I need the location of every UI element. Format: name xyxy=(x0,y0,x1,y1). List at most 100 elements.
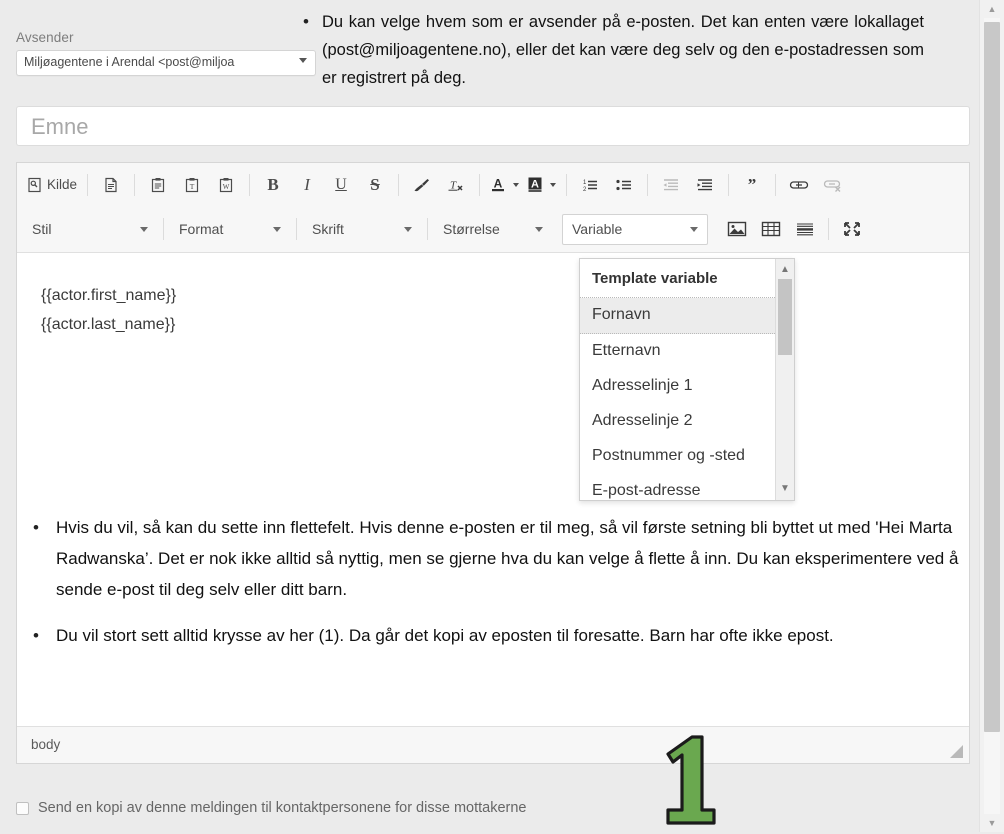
editor-line: {{actor.first_name}} xyxy=(41,287,177,304)
strikethrough-button[interactable]: S xyxy=(358,172,392,198)
toolbar-separator xyxy=(296,218,297,240)
variable-menu-item-etternavn[interactable]: Etternavn xyxy=(580,334,777,369)
note-text: Du kan velge hvem som er avsender på e-p… xyxy=(322,13,924,87)
svg-text:A: A xyxy=(531,179,539,191)
paste-as-plain-text-icon: T xyxy=(184,177,200,193)
elements-path-body[interactable]: body xyxy=(31,737,60,752)
toolbar-separator xyxy=(728,173,730,196)
size-dropdown[interactable]: Størrelse xyxy=(434,214,552,244)
sender-select[interactable]: Miljøagentene i Arendal <post@miljoa xyxy=(16,50,316,76)
insert-image-button[interactable] xyxy=(720,216,754,242)
scroll-down-icon[interactable]: ▼ xyxy=(980,814,1004,832)
bullet-icon: • xyxy=(303,12,309,31)
format-dropdown[interactable]: Format xyxy=(170,214,290,244)
variable-menu-list: Template variable Fornavn Etternavn Adre… xyxy=(580,259,777,500)
remove-format-button[interactable]: T xyxy=(439,172,473,198)
sender-label: Avsender xyxy=(16,30,74,45)
bullet-icon: • xyxy=(33,626,39,645)
decrease-indent-button[interactable] xyxy=(654,172,688,198)
copy-formatting-button[interactable] xyxy=(405,172,439,198)
page-scrollbar[interactable]: ▲ ▼ xyxy=(979,0,1004,832)
note-text: Du vil stort sett alltid krysse av her (… xyxy=(56,626,834,645)
table-icon xyxy=(761,220,781,238)
source-button-label: Kilde xyxy=(47,177,78,192)
toolbar-separator xyxy=(828,218,829,240)
chevron-down-icon xyxy=(535,226,543,232)
paste-button[interactable] xyxy=(141,172,175,198)
blockquote-icon: ” xyxy=(743,177,761,193)
horizontal-rule-icon xyxy=(795,220,815,238)
toolbar-separator xyxy=(647,173,649,196)
strikethrough-icon: S xyxy=(370,174,380,194)
toolbar-separator xyxy=(427,218,428,240)
svg-text:A: A xyxy=(494,177,503,191)
background-color-button[interactable]: A xyxy=(523,172,560,198)
variable-menu-item-adresselinje-1[interactable]: Adresselinje 1 xyxy=(580,369,777,404)
blockquote-button[interactable]: ” xyxy=(735,172,769,198)
italic-icon: I xyxy=(304,174,310,194)
variable-dropdown[interactable]: Variable xyxy=(562,213,708,245)
bold-icon: B xyxy=(267,174,279,194)
send-copy-option[interactable]: Send en kopi av denne meldingen til kont… xyxy=(16,800,526,816)
increase-indent-icon xyxy=(696,177,714,193)
resize-grip-icon[interactable] xyxy=(950,745,963,758)
paste-icon xyxy=(150,177,166,193)
decrease-indent-icon xyxy=(662,177,680,193)
variable-menu-scroll-thumb[interactable] xyxy=(778,279,792,355)
underline-button[interactable]: U xyxy=(324,172,358,198)
scroll-up-icon[interactable]: ▲ xyxy=(778,262,792,278)
paste-word-button[interactable]: W xyxy=(209,172,243,198)
note-item-3: • Du vil stort sett alltid krysse av her… xyxy=(30,620,960,651)
style-dropdown-label: Stil xyxy=(32,221,52,237)
unlink-button[interactable] xyxy=(816,172,850,198)
source-button[interactable]: Kilde xyxy=(23,172,81,198)
subject-input[interactable]: Emne xyxy=(16,106,970,146)
variable-dropdown-label: Variable xyxy=(572,221,623,237)
editor-toolbar: Kilde T W B I U S T A A 1 2 ” Stil Forma… xyxy=(17,163,969,253)
chevron-down-icon xyxy=(273,226,281,232)
editor-line: {{actor.last_name}} xyxy=(41,316,176,333)
page-content: Avsender Miljøagentene i Arendal <post@m… xyxy=(0,0,979,832)
toolbar-separator xyxy=(775,173,777,196)
editor-elements-path: body xyxy=(17,726,969,763)
page-scrollbar-thumb[interactable] xyxy=(984,22,1000,732)
bold-button[interactable]: B xyxy=(256,172,290,198)
chevron-down-icon xyxy=(513,182,520,187)
annotation-number-1 xyxy=(646,731,726,829)
source-document-icon xyxy=(27,177,43,193)
style-dropdown[interactable]: Stil xyxy=(23,214,157,244)
toolbar-separator xyxy=(163,218,164,240)
bulleted-list-button[interactable] xyxy=(607,172,641,198)
bullet-icon: • xyxy=(33,518,39,537)
subject-placeholder: Emne xyxy=(31,114,89,139)
scroll-up-icon[interactable]: ▲ xyxy=(980,0,1004,18)
variable-menu-item-fornavn[interactable]: Fornavn xyxy=(580,298,777,334)
scroll-down-icon[interactable]: ▼ xyxy=(778,481,792,497)
horizontal-rule-button[interactable] xyxy=(788,216,822,242)
paintbrush-icon xyxy=(413,177,431,193)
variable-menu-item-epost-adresse[interactable]: E-post-adresse xyxy=(580,474,777,500)
paste-from-word-icon: W xyxy=(218,177,234,193)
sender-block: Avsender Miljøagentene i Arendal <post@m… xyxy=(16,30,316,76)
note-text: Hvis du vil, så kan du sette inn flettef… xyxy=(56,518,959,599)
link-button[interactable] xyxy=(782,172,816,198)
text-color-button[interactable]: A xyxy=(486,172,523,198)
bulleted-list-icon xyxy=(615,177,633,193)
svg-text:1: 1 xyxy=(583,180,587,186)
font-dropdown[interactable]: Skrift xyxy=(303,214,421,244)
paste-text-button[interactable]: T xyxy=(175,172,209,198)
svg-text:W: W xyxy=(223,183,230,191)
variable-menu-item-adresselinje-2[interactable]: Adresselinje 2 xyxy=(580,404,777,439)
insert-table-button[interactable] xyxy=(754,216,788,242)
svg-text:T: T xyxy=(190,182,195,191)
italic-button[interactable]: I xyxy=(290,172,324,198)
new-page-button[interactable] xyxy=(94,172,128,198)
send-copy-checkbox[interactable] xyxy=(16,801,29,815)
variable-menu-item-postnummer[interactable]: Postnummer og -sted xyxy=(580,439,777,474)
increase-indent-button[interactable] xyxy=(688,172,722,198)
numbered-list-button[interactable]: 1 2 xyxy=(573,172,607,198)
toolbar-separator xyxy=(566,173,568,196)
variable-menu-scrollbar[interactable]: ▲ ▼ xyxy=(775,259,794,500)
maximize-button[interactable] xyxy=(835,216,869,242)
numbered-list-icon: 1 2 xyxy=(581,177,599,193)
